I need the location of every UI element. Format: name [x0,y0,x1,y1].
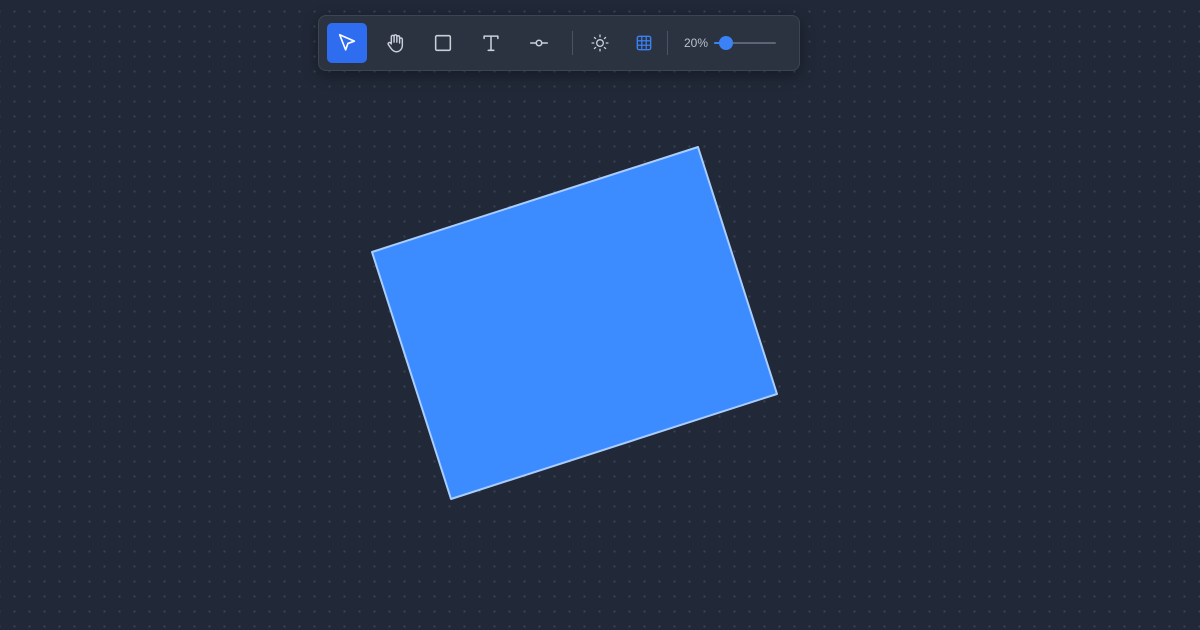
canvas-layer [371,146,778,500]
canvas-rectangle-shape[interactable] [371,146,778,500]
